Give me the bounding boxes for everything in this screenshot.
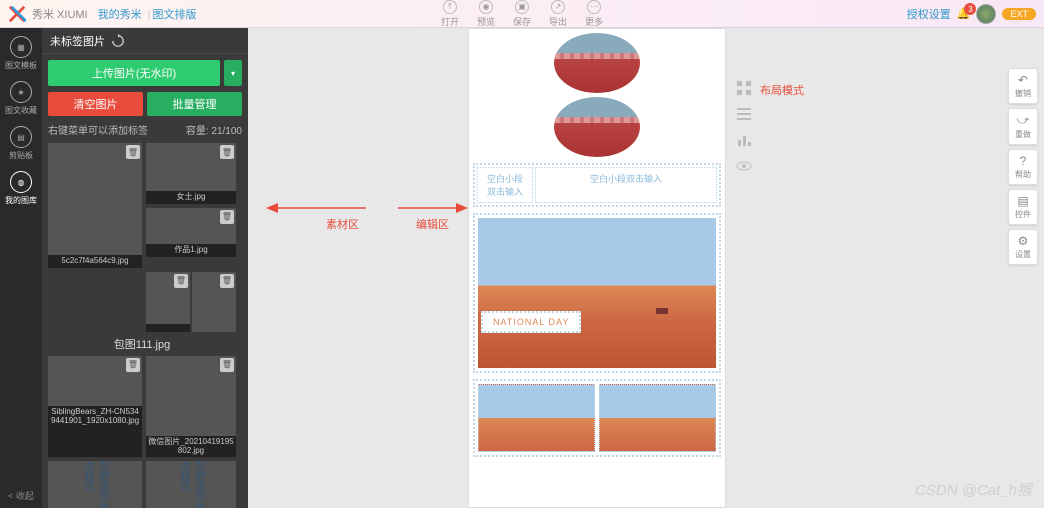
delete-icon[interactable]: 🗑	[220, 358, 234, 372]
delete-icon[interactable]: 🗑	[220, 274, 234, 288]
panel-tab-untagged[interactable]: 未标签图片	[50, 33, 105, 49]
redo-button[interactable]: ⤻重做	[1008, 108, 1038, 145]
top-bar: 秀米 XIUMI 我的秀米|图文排版 ⤒打开 ◉预览 ▣保存 ↗导出 ⋯更多 授…	[0, 0, 1044, 28]
right-tools: ↶撤销 ⤻重做 ?帮助 ▤控件 ⚙设置	[1008, 68, 1038, 265]
widgets-button[interactable]: ▤控件	[1008, 189, 1038, 225]
upload-dropdown[interactable]: ▾	[224, 60, 242, 86]
left-rail: ▦图文模板 ★图文收藏 ▤剪贴板 ◍我的图库 < 收起	[0, 28, 42, 508]
asset-item[interactable]: 🗑	[146, 272, 190, 332]
arrow-right-icon	[398, 198, 468, 218]
panel-body: 上传图片(无水印) ▾ 清空图片 批量管理 右键菜单可以添加标签 容量: 21/…	[42, 54, 248, 508]
rail-favorites[interactable]: ★图文收藏	[5, 77, 37, 120]
delete-icon[interactable]: 🗑	[126, 145, 140, 159]
top-center-tools: ⤒打开 ◉预览 ▣保存 ↗导出 ⋯更多	[441, 0, 603, 28]
asset-item[interactable]: 🗑女士.jpg	[146, 143, 236, 204]
article-editor[interactable]: 空白小段 双击输入 空白小段双击输入 NATIONAL DAY	[468, 28, 726, 508]
tool-preview[interactable]: ◉预览	[477, 0, 495, 28]
delete-icon[interactable]: 🗑	[174, 274, 188, 288]
asset-item[interactable]: 🗑SiblingBears_ZH-CN5349441901_1920x1080.…	[48, 356, 142, 458]
asset-item[interactable]: 🗑微信图片_20210419195802.jpg	[146, 356, 236, 458]
grid-view-icon[interactable]	[736, 80, 752, 96]
asset-panel: 未标签图片 上传图片(无水印) ▾ 清空图片 批量管理 右键菜单可以添加标签 容…	[42, 28, 248, 508]
photo-main[interactable]	[478, 218, 716, 368]
list-view-icon[interactable]	[736, 106, 752, 122]
logo-icon	[8, 5, 26, 23]
asset-item[interactable]: 🗑5c2c7f4a564c9.jpg	[48, 143, 142, 268]
rail-collapse[interactable]: < 收起	[8, 483, 34, 508]
tool-open[interactable]: ⤒打开	[441, 0, 459, 28]
batch-button[interactable]: 批量管理	[147, 92, 242, 116]
text-input-small[interactable]: 空白小段 双击输入	[477, 167, 533, 203]
rail-templates[interactable]: ▦图文模板	[5, 32, 37, 75]
brand-text: 秀米 XIUMI	[32, 6, 88, 22]
delete-icon[interactable]: 🗑	[126, 358, 140, 372]
asset-item[interactable]: 东野圭吾 盛夏方程式	[48, 461, 142, 508]
chart-icon[interactable]	[736, 132, 752, 148]
tool-save[interactable]: ▣保存	[513, 0, 531, 28]
photo-block[interactable]: NATIONAL DAY	[473, 213, 721, 373]
asset-item[interactable]: 🗑作品1.jpg	[146, 208, 236, 257]
photo-row	[473, 379, 721, 457]
notification-badge: 3	[964, 3, 976, 15]
help-button[interactable]: ?帮助	[1008, 149, 1038, 185]
asset-grid: 🗑5c2c7f4a564c9.jpg 🗑女士.jpg 🗑作品1.jpg 🗑 🗑 …	[48, 143, 242, 508]
ext-pill: EXT	[1002, 8, 1036, 20]
refresh-icon[interactable]	[111, 34, 125, 48]
tool-export[interactable]: ↗导出	[549, 0, 567, 28]
delete-icon[interactable]: 🗑	[220, 210, 234, 224]
text-input-big[interactable]: 空白小段双击输入	[535, 167, 717, 203]
annotation-edit: 编辑区	[416, 216, 449, 232]
auth-settings-link[interactable]: 授权设置	[907, 6, 951, 22]
circle-image-2[interactable]	[554, 97, 640, 157]
top-right: 授权设置 🔔3 EXT	[907, 4, 1036, 24]
canvas-area: 排版方式库 素材区 编辑区 空白小段 双击输入 空白小段双击输入 NATIONA…	[248, 28, 1044, 508]
side-tools	[736, 80, 752, 174]
asset-item[interactable]: 东野圭吾 盛夏方程式	[146, 461, 236, 508]
annotation-material: 素材区	[326, 216, 359, 232]
capacity: 容量: 21/100	[186, 122, 242, 137]
photo-small-1[interactable]	[478, 384, 595, 452]
asset-item[interactable]: 🗑	[192, 272, 236, 332]
panel-tip: 右键菜单可以添加标签	[48, 122, 148, 137]
photo-small-2[interactable]	[599, 384, 716, 452]
undo-button[interactable]: ↶撤销	[1008, 68, 1038, 104]
clear-button[interactable]: 清空图片	[48, 92, 143, 116]
national-day-label[interactable]: NATIONAL DAY	[481, 311, 581, 333]
avatar[interactable]	[976, 4, 996, 24]
main: ▦图文模板 ★图文收藏 ▤剪贴板 ◍我的图库 < 收起 未标签图片 上传图片(无…	[0, 28, 1044, 508]
settings-button[interactable]: ⚙设置	[1008, 229, 1038, 265]
delete-icon[interactable]: 🗑	[220, 145, 234, 159]
arrow-left-icon	[266, 198, 366, 218]
upload-button[interactable]: 上传图片(无水印)	[48, 60, 220, 86]
text-input-row: 空白小段 双击输入 空白小段双击输入	[473, 163, 721, 207]
rail-clipboard[interactable]: ▤剪贴板	[5, 122, 37, 165]
circle-image-1[interactable]	[554, 33, 640, 93]
link-editor[interactable]: 图文排版	[152, 9, 196, 21]
rail-gallery[interactable]: ◍我的图库	[5, 167, 37, 210]
eye-icon[interactable]	[736, 158, 752, 174]
link-my[interactable]: 我的秀米	[98, 9, 142, 21]
tool-more[interactable]: ⋯更多	[585, 0, 603, 28]
top-links: 我的秀米|图文排版	[98, 6, 201, 22]
notification-bell-icon[interactable]: 🔔3	[957, 7, 971, 20]
annotation-layout: 布局模式	[760, 82, 804, 98]
panel-tabs: 未标签图片	[42, 28, 248, 54]
